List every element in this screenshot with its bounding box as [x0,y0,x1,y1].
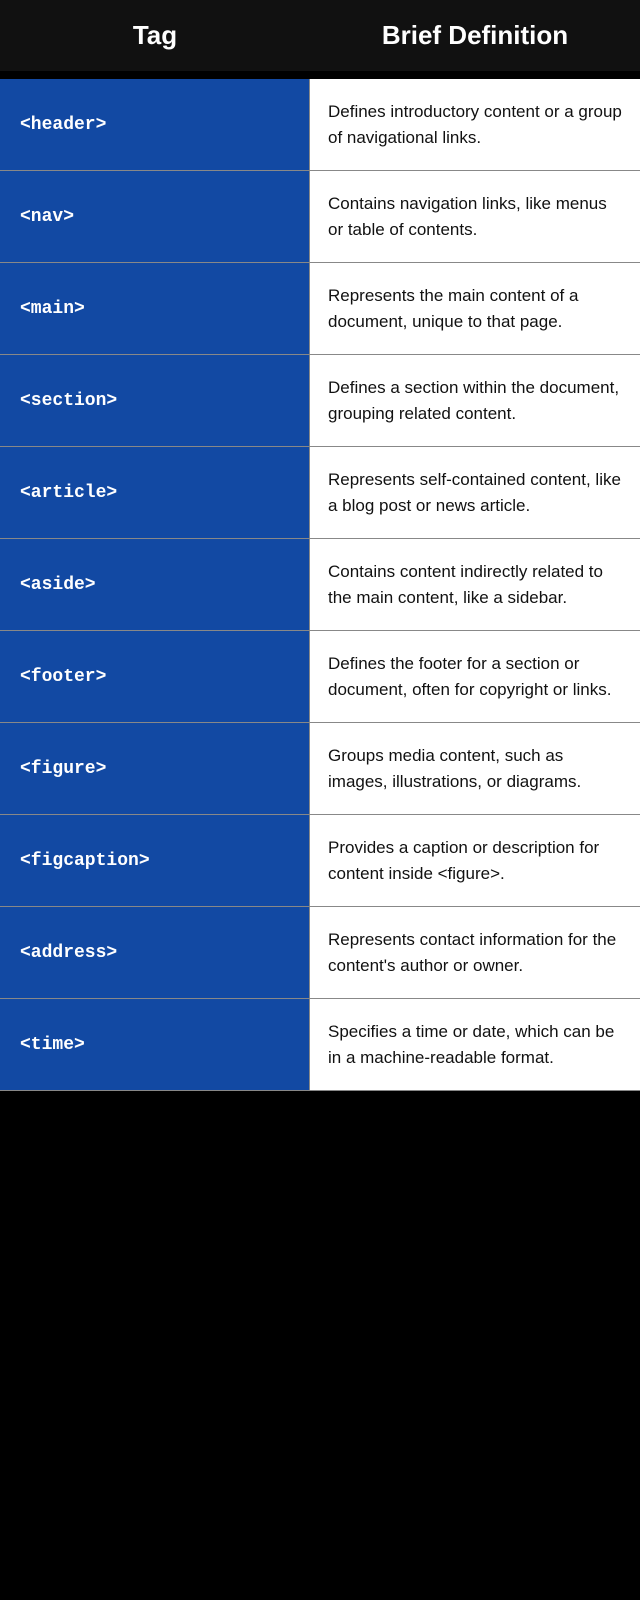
definition-cell: Defines the footer for a section or docu… [310,631,640,722]
table-row: <section>Defines a section within the do… [0,355,640,447]
definition-cell: Represents the main content of a documen… [310,263,640,354]
tag-cell: <address> [0,907,310,998]
table-row: <figcaption>Provides a caption or descri… [0,815,640,907]
tag-cell: <figcaption> [0,815,310,906]
definition-cell: Contains navigation links, like menus or… [310,171,640,262]
table-row: <nav>Contains navigation links, like men… [0,171,640,263]
html-tags-table: Tag Brief Definition <header>Defines int… [0,0,640,1091]
table-header: Tag Brief Definition [0,0,640,71]
tag-cell: <nav> [0,171,310,262]
tag-cell: <section> [0,355,310,446]
definition-cell: Represents self-contained content, like … [310,447,640,538]
definition-cell: Groups media content, such as images, il… [310,723,640,814]
tag-cell: <main> [0,263,310,354]
tag-cell: <header> [0,79,310,170]
column-header-definition: Brief Definition [310,20,640,51]
table-row: <article>Represents self-contained conte… [0,447,640,539]
definition-cell: Represents contact information for the c… [310,907,640,998]
definition-cell: Provides a caption or description for co… [310,815,640,906]
table-row: <footer>Defines the footer for a section… [0,631,640,723]
definition-cell: Defines a section within the document, g… [310,355,640,446]
definition-cell: Specifies a time or date, which can be i… [310,999,640,1090]
definition-cell: Defines introductory content or a group … [310,79,640,170]
table-body: <header>Defines introductory content or … [0,79,640,1091]
column-header-tag: Tag [0,20,310,51]
definition-cell: Contains content indirectly related to t… [310,539,640,630]
header-divider [0,71,640,79]
table-row: <figure>Groups media content, such as im… [0,723,640,815]
table-row: <aside>Contains content indirectly relat… [0,539,640,631]
tag-cell: <footer> [0,631,310,722]
tag-cell: <time> [0,999,310,1090]
table-row: <main>Represents the main content of a d… [0,263,640,355]
tag-cell: <aside> [0,539,310,630]
table-row: <address>Represents contact information … [0,907,640,999]
table-row: <time>Specifies a time or date, which ca… [0,999,640,1091]
table-row: <header>Defines introductory content or … [0,79,640,171]
tag-cell: <article> [0,447,310,538]
tag-cell: <figure> [0,723,310,814]
